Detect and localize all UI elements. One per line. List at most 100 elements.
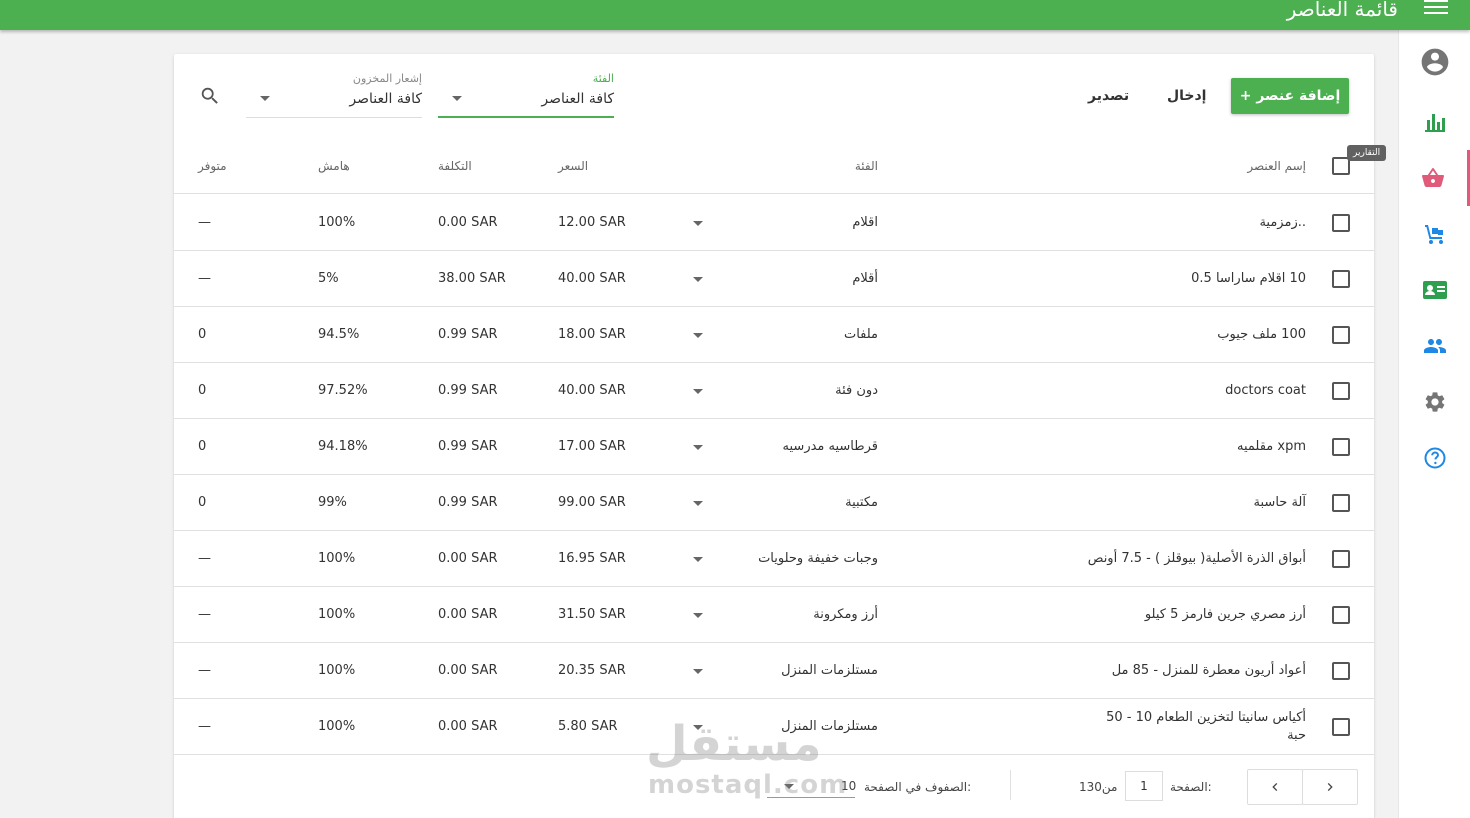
page-label: الصفحة: [1170, 780, 1212, 794]
item-category: أرز ومكرونة [813, 607, 878, 622]
item-available: 0 [198, 495, 207, 510]
sidebar-item-reports[interactable] [1399, 94, 1470, 150]
category-filter[interactable]: الفئة كافة العناصر [438, 72, 614, 118]
item-available: — [198, 271, 211, 286]
row-checkbox[interactable] [1332, 606, 1350, 624]
menu-icon[interactable] [1424, 0, 1448, 16]
column-header-margin[interactable]: هامش [318, 154, 350, 194]
item-category: ملفات [843, 327, 878, 342]
row-checkbox[interactable] [1332, 326, 1350, 344]
column-header-price[interactable]: السعر [558, 154, 588, 194]
row-checkbox[interactable] [1332, 438, 1350, 456]
id-card-icon [1423, 281, 1447, 299]
chevron-down-icon[interactable] [693, 557, 703, 562]
chevron-down-icon[interactable] [693, 613, 703, 618]
chevron-down-icon [452, 96, 462, 101]
row-checkbox[interactable] [1332, 550, 1350, 568]
sidebar-item-employees[interactable] [1399, 318, 1470, 374]
row-checkbox[interactable] [1332, 718, 1350, 736]
stock-alert-filter[interactable]: إشعار المخزون كافة العناصر [246, 72, 422, 118]
item-cost: 0.00 SAR [438, 719, 498, 734]
top-app-bar: قائمة العناصر [0, 0, 1470, 30]
table-row[interactable]: ..زمزمية اقلام 12.00 SAR 0.00 SAR 100% — [174, 195, 1374, 251]
item-name: أرز مصري جرين فارمز 5 كيلو [1144, 607, 1306, 622]
chevron-down-icon[interactable] [693, 333, 703, 338]
item-category: اقلام [852, 215, 878, 230]
table-row[interactable]: أرز مصري جرين فارمز 5 كيلو أرز ومكرونة 3… [174, 587, 1374, 643]
item-name: أعواد أريون معطرة للمنزل - 85 مل [1111, 663, 1306, 678]
table-row[interactable]: 100 ملف جيوب ملفات 18.00 SAR 0.99 SAR 94… [174, 307, 1374, 363]
next-page-button[interactable] [1302, 769, 1358, 805]
sidebar-item-customers[interactable] [1399, 262, 1470, 318]
item-margin: 94.18% [318, 439, 368, 454]
row-checkbox[interactable] [1332, 662, 1350, 680]
item-available: — [198, 719, 211, 734]
item-cost: 0.99 SAR [438, 383, 498, 398]
category-filter-value: كافة العناصر [541, 91, 614, 107]
item-category: قرطاسيه مدرسيه [782, 439, 878, 454]
item-cost: 0.99 SAR [438, 495, 498, 510]
table-row[interactable]: doctors coat دون فئة 40.00 SAR 0.99 SAR … [174, 363, 1374, 419]
row-checkbox[interactable] [1332, 214, 1350, 232]
sidebar-item-account[interactable] [1399, 34, 1470, 90]
table-row[interactable]: 10 اقلام ساراسا 0.5 أقلام 40.00 SAR 38.0… [174, 251, 1374, 307]
item-available: 0 [198, 383, 207, 398]
chevron-down-icon[interactable] [693, 389, 703, 394]
export-button[interactable]: تصدير [1088, 78, 1129, 114]
item-cost: 0.99 SAR [438, 439, 498, 454]
item-available: — [198, 215, 211, 230]
reports-tooltip: التقارير [1347, 145, 1387, 161]
account-circle-icon [1421, 48, 1449, 76]
item-available: 0 [198, 439, 207, 454]
table-row[interactable]: آلة حاسبة مكتبية 99.00 SAR 0.99 SAR 99% … [174, 475, 1374, 531]
help-icon [1424, 447, 1446, 469]
chevron-down-icon[interactable] [693, 669, 703, 674]
column-header-name[interactable]: إسم العنصر [1247, 154, 1306, 194]
table-row[interactable]: أكياس سانيتا لتخزين الطعام 10 - 50 حبة م… [174, 699, 1374, 755]
page-title: قائمة العناصر [1286, 0, 1398, 21]
item-price: 40.00 SAR [558, 271, 626, 286]
chevron-right-icon [1327, 783, 1333, 791]
item-name: ..زمزمية [1259, 215, 1306, 230]
chevron-left-icon [1272, 783, 1278, 791]
page-number-input[interactable]: 1 [1125, 771, 1163, 801]
item-available: — [198, 551, 211, 566]
sidebar-item-inventory[interactable] [1399, 206, 1470, 262]
item-price: 31.50 SAR [558, 607, 626, 622]
table-row[interactable]: أبواق الذرة الأصلية( بيوقلز ) - 7.5 أونص… [174, 531, 1374, 587]
dolly-icon [1425, 225, 1443, 244]
item-margin: 94.5% [318, 327, 360, 342]
chevron-down-icon[interactable] [693, 501, 703, 506]
item-margin: 100% [318, 551, 356, 566]
sidebar-item-settings[interactable] [1399, 374, 1470, 430]
row-checkbox[interactable] [1332, 494, 1350, 512]
item-name: آلة حاسبة [1253, 495, 1306, 510]
table-row[interactable]: xpm مقلميه قرطاسيه مدرسيه 17.00 SAR 0.99… [174, 419, 1374, 475]
import-button[interactable]: إدخال [1167, 78, 1206, 114]
column-header-cost[interactable]: التكلفة [438, 154, 472, 194]
row-checkbox[interactable] [1332, 270, 1350, 288]
table-row[interactable]: أعواد أريون معطرة للمنزل - 85 مل مستلزما… [174, 643, 1374, 699]
sidebar-item-items[interactable] [1399, 150, 1470, 206]
previous-page-button[interactable] [1247, 769, 1303, 805]
chevron-down-icon[interactable] [693, 445, 703, 450]
bar-chart-icon [1425, 114, 1445, 132]
column-header-available[interactable]: متوفر [198, 154, 227, 194]
item-margin: 5% [318, 271, 339, 286]
item-price: 5.80 SAR [558, 719, 618, 734]
item-price: 17.00 SAR [558, 439, 626, 454]
item-cost: 0.99 SAR [438, 327, 498, 342]
item-available: — [198, 663, 211, 678]
chevron-down-icon[interactable] [693, 277, 703, 282]
add-item-button[interactable]: + إضافة عنصر [1231, 78, 1349, 114]
category-filter-label: الفئة [592, 72, 614, 85]
row-checkbox[interactable] [1332, 382, 1350, 400]
item-margin: 99% [318, 495, 347, 510]
column-header-category[interactable]: الفئة [855, 154, 878, 194]
chevron-down-icon[interactable] [784, 784, 794, 789]
chevron-down-icon[interactable] [693, 725, 703, 730]
sidebar-item-help[interactable] [1399, 430, 1470, 486]
search-icon[interactable] [199, 85, 221, 107]
chevron-down-icon[interactable] [693, 221, 703, 226]
rows-per-page-select[interactable]: 10 [841, 779, 856, 793]
